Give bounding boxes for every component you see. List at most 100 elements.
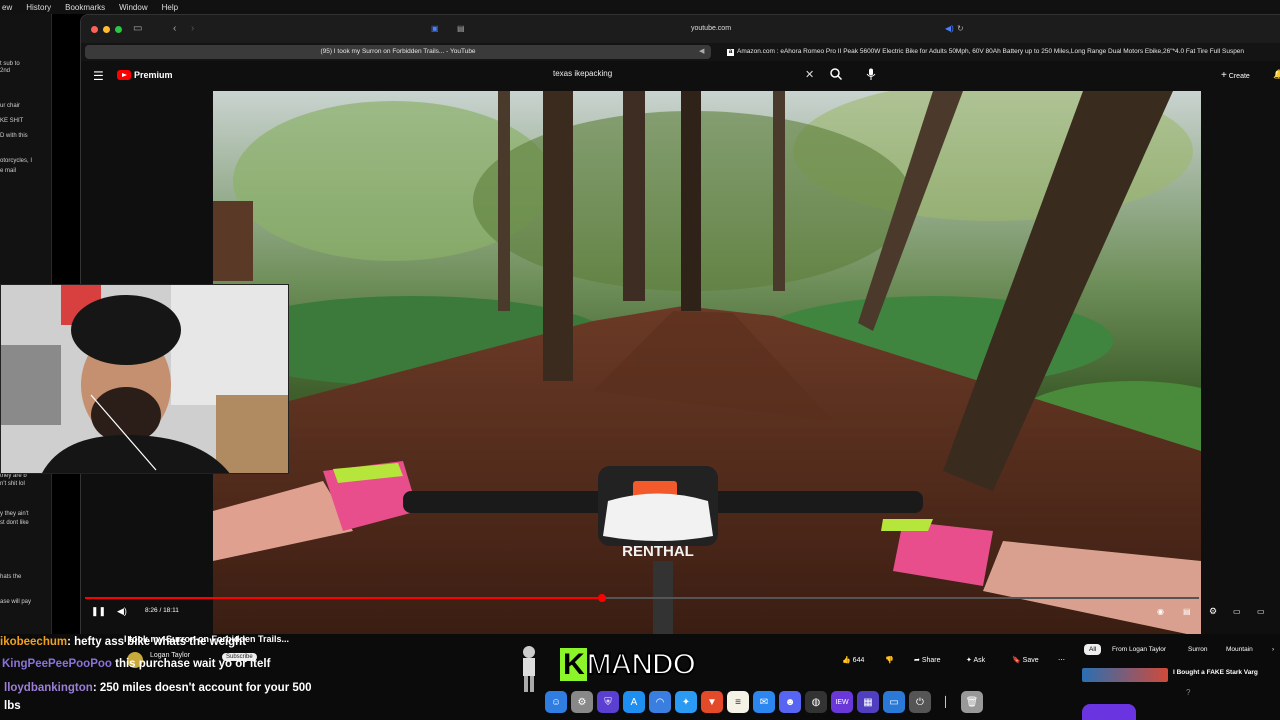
chat-line: ikobeechum: hefty ass bike whats the wei…	[0, 636, 246, 648]
subtitles-icon[interactable]: ▤	[1183, 607, 1191, 616]
menu-item-view[interactable]: ew	[2, 3, 12, 12]
discord-icon[interactable]: ☻	[779, 691, 801, 713]
chip-from-channel[interactable]: From Logan Taylor	[1112, 646, 1166, 653]
hamburger-menu-icon[interactable]: ☰	[93, 69, 104, 83]
theater-mode-icon[interactable]: ▭	[1257, 607, 1265, 616]
webcam-image	[1, 285, 288, 473]
ask-button[interactable]: ✦ Ask	[966, 656, 985, 664]
create-button[interactable]: + Create	[1221, 70, 1250, 81]
chat-line: lbs	[4, 700, 21, 712]
microphone-icon[interactable]	[866, 68, 876, 86]
chat-username: lloydbankington	[4, 682, 93, 694]
trash-icon[interactable]: 🗑	[961, 691, 983, 713]
recommended-thumbnail[interactable]	[1082, 668, 1168, 682]
save-button[interactable]: 🔖 Save	[1012, 656, 1039, 664]
chat-message: lbs	[4, 700, 21, 712]
mail-icon[interactable]: ✉	[753, 691, 775, 713]
time-display: 8:26 / 18:11	[145, 607, 179, 614]
chat-message: : 250 miles doesn't account for your 500	[92, 682, 312, 694]
progress-scrubber-handle[interactable]	[597, 594, 606, 602]
left-chat-line: st dont like	[0, 520, 29, 526]
dislike-button[interactable]: 👎	[885, 656, 894, 664]
arc-browser-icon[interactable]: ◠	[649, 691, 671, 713]
chat-message: : hefty ass bike whats the weight	[67, 636, 247, 648]
power-app-icon[interactable]: ⏻	[909, 691, 931, 713]
chips-next-icon[interactable]: ›	[1272, 646, 1274, 653]
new-app-icon[interactable]: IEW	[831, 691, 853, 713]
chip-mountain[interactable]: Mountain	[1226, 646, 1253, 653]
browser-titlebar: ▭ ‹ › ▣ ▤ youtube.com ◀) ↻	[81, 15, 1280, 43]
brave-icon[interactable]: ▼	[701, 691, 723, 713]
settings-app-icon[interactable]: ⚙	[571, 691, 593, 713]
chat-message: this purchase wait yo or itelf	[115, 658, 271, 670]
settings-gear-icon[interactable]: ⚙	[1209, 606, 1217, 617]
address-bar[interactable]: youtube.com	[641, 25, 781, 32]
clear-search-icon[interactable]: ✕	[805, 68, 814, 81]
chip-all[interactable]: All	[1084, 644, 1102, 655]
safari-icon[interactable]: ✦	[675, 691, 697, 713]
like-button[interactable]: 👍 644	[842, 656, 864, 664]
menu-item-bookmarks[interactable]: Bookmarks	[65, 3, 105, 12]
autoplay-toggle-icon[interactable]: ◉	[1157, 607, 1164, 616]
close-window-button[interactable]	[91, 26, 98, 33]
webcam-overlay	[0, 284, 289, 474]
more-actions-icon[interactable]: ⋯	[1058, 656, 1065, 664]
left-chat-line: 2nd	[0, 68, 11, 74]
back-icon[interactable]: ‹	[173, 23, 176, 34]
help-icon[interactable]: ?	[1186, 688, 1190, 697]
progress-bar[interactable]	[85, 594, 1199, 602]
audio-icon[interactable]: ◀)	[945, 24, 954, 33]
sidebar-toggle-icon[interactable]: ▭	[133, 23, 142, 34]
save-label: Save	[1022, 657, 1039, 664]
left-chat-line: ase will pay	[0, 599, 32, 605]
notes-icon[interactable]: ≡	[727, 691, 749, 713]
streamer-logo: K MANDO	[560, 647, 697, 682]
search-input[interactable]: texas ikepacking	[553, 69, 823, 78]
mascot-figure	[518, 644, 540, 694]
create-label: Create	[1228, 73, 1250, 80]
sparkle-icon: ✦	[966, 657, 972, 664]
chat-line: lloydbankington: 250 miles doesn't accou…	[4, 682, 312, 694]
tab-mute-icon[interactable]: ◀	[699, 47, 704, 55]
left-chat-line: e mail	[0, 168, 17, 174]
shield-app-icon[interactable]: ⛨	[597, 691, 619, 713]
finder-window-icon[interactable]: ▭	[883, 691, 905, 713]
finder-icon[interactable]: ☺	[545, 691, 567, 713]
minimize-window-button[interactable]	[103, 26, 110, 33]
player-controls: ❚❚ ◀) 8:26 / 18:11 ◉ ▤ ⚙ ▭ ▭	[81, 603, 1280, 623]
share-icon: ➦	[914, 657, 920, 664]
macos-menu-bar: ew History Bookmarks Window Help	[0, 0, 1280, 14]
thumbs-up-icon: 👍	[842, 657, 851, 664]
menu-item-history[interactable]: History	[26, 3, 51, 12]
miniplayer-icon[interactable]: ▭	[1233, 607, 1241, 616]
progress-bar-fill	[85, 597, 602, 599]
privacy-report-icon[interactable]: ▤	[457, 24, 465, 33]
left-chat-line: hats the	[0, 574, 22, 580]
forward-icon[interactable]: ›	[191, 23, 194, 34]
recommended-title[interactable]: I Bought a FAKE Stark Varg	[1173, 669, 1258, 676]
pause-icon[interactable]: ❚❚	[91, 606, 106, 617]
menu-item-window[interactable]: Window	[119, 3, 147, 12]
reload-icon[interactable]: ↻	[957, 24, 964, 33]
left-chat-line: KE SHIT	[0, 118, 24, 124]
tab-youtube[interactable]: (95) I took my Surron on Forbidden Trail…	[85, 45, 711, 59]
youtube-logo[interactable]: Premium	[117, 70, 173, 80]
zoom-window-button[interactable]	[115, 26, 122, 33]
app-store-icon[interactable]: A	[623, 691, 645, 713]
tab-amazon[interactable]: a Amazon.com : eAhora Romeo Pro II Peak 5…	[721, 45, 1280, 59]
grid-app-icon[interactable]: ▦	[857, 691, 879, 713]
volume-icon[interactable]: ◀)	[117, 606, 127, 617]
youtube-header: ☰ Premium texas ikepacking ✕ + Create 🔔	[81, 61, 1280, 91]
video-player[interactable]: RENTHAL	[213, 91, 1201, 634]
obs-icon[interactable]: ◍	[805, 691, 827, 713]
notifications-icon[interactable]: 🔔	[1273, 69, 1280, 80]
chat-username: ikobeechum	[0, 636, 68, 648]
youtube-play-icon	[117, 70, 131, 80]
menu-item-help[interactable]: Help	[162, 3, 178, 12]
tab-overview-icon[interactable]: ▣	[431, 24, 439, 33]
search-icon[interactable]	[829, 67, 843, 86]
share-button[interactable]: ➦ Share	[914, 656, 941, 664]
bookmark-icon: 🔖	[1012, 657, 1021, 664]
chip-surron[interactable]: Surron	[1188, 646, 1208, 653]
bottom-area: I took my Surron on Forbidden Trails... …	[0, 634, 1280, 720]
